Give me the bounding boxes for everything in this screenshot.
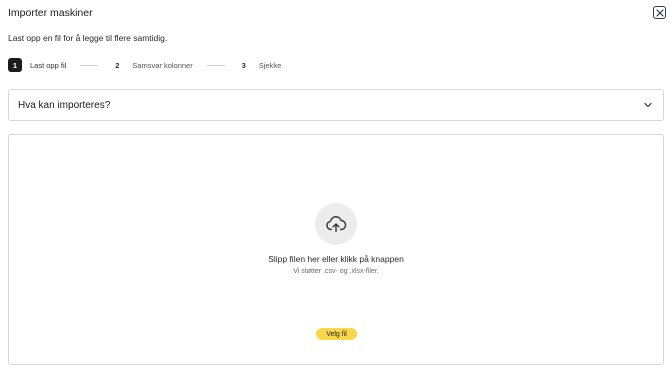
chevron-down-icon bbox=[644, 102, 652, 108]
step-label: Sjekke bbox=[258, 60, 282, 70]
step-number: 3 bbox=[241, 60, 246, 70]
dropzone-sub-text: Vi støtter .csv- og .xlsx-filer. bbox=[293, 268, 379, 275]
step-number: 2 bbox=[115, 60, 120, 70]
cloud-upload-icon bbox=[326, 216, 347, 233]
stepper: 1 Last opp fil 2 Samsvar kolonner 3 Sjek… bbox=[8, 58, 281, 72]
step-number: 1 bbox=[8, 58, 22, 72]
dialog-title: Importer maskiner bbox=[8, 7, 93, 19]
dialog-subtitle: Last opp en fil for å legge til flere sa… bbox=[8, 33, 168, 43]
upload-icon-container bbox=[315, 203, 357, 245]
step-upload: 1 Last opp fil bbox=[8, 58, 66, 72]
step-label: Samsvar kolonner bbox=[132, 60, 193, 70]
dropzone-main-text: Slipp filen her eller klikk på knappen bbox=[268, 254, 404, 264]
step-label: Last opp fil bbox=[30, 60, 67, 70]
choose-file-button[interactable]: Velg fil bbox=[316, 328, 357, 340]
step-divider bbox=[206, 64, 225, 66]
file-dropzone[interactable]: Slipp filen her eller klikk på knappen V… bbox=[8, 134, 664, 365]
step-check: 3 Sjekke bbox=[237, 58, 282, 72]
step-match-columns: 2 Samsvar kolonner bbox=[110, 58, 193, 72]
step-divider bbox=[80, 64, 99, 66]
close-icon bbox=[655, 8, 664, 17]
accordion-title: Hva kan importeres? bbox=[18, 99, 111, 111]
import-info-accordion[interactable]: Hva kan importeres? bbox=[8, 89, 664, 121]
close-button[interactable] bbox=[653, 6, 666, 19]
